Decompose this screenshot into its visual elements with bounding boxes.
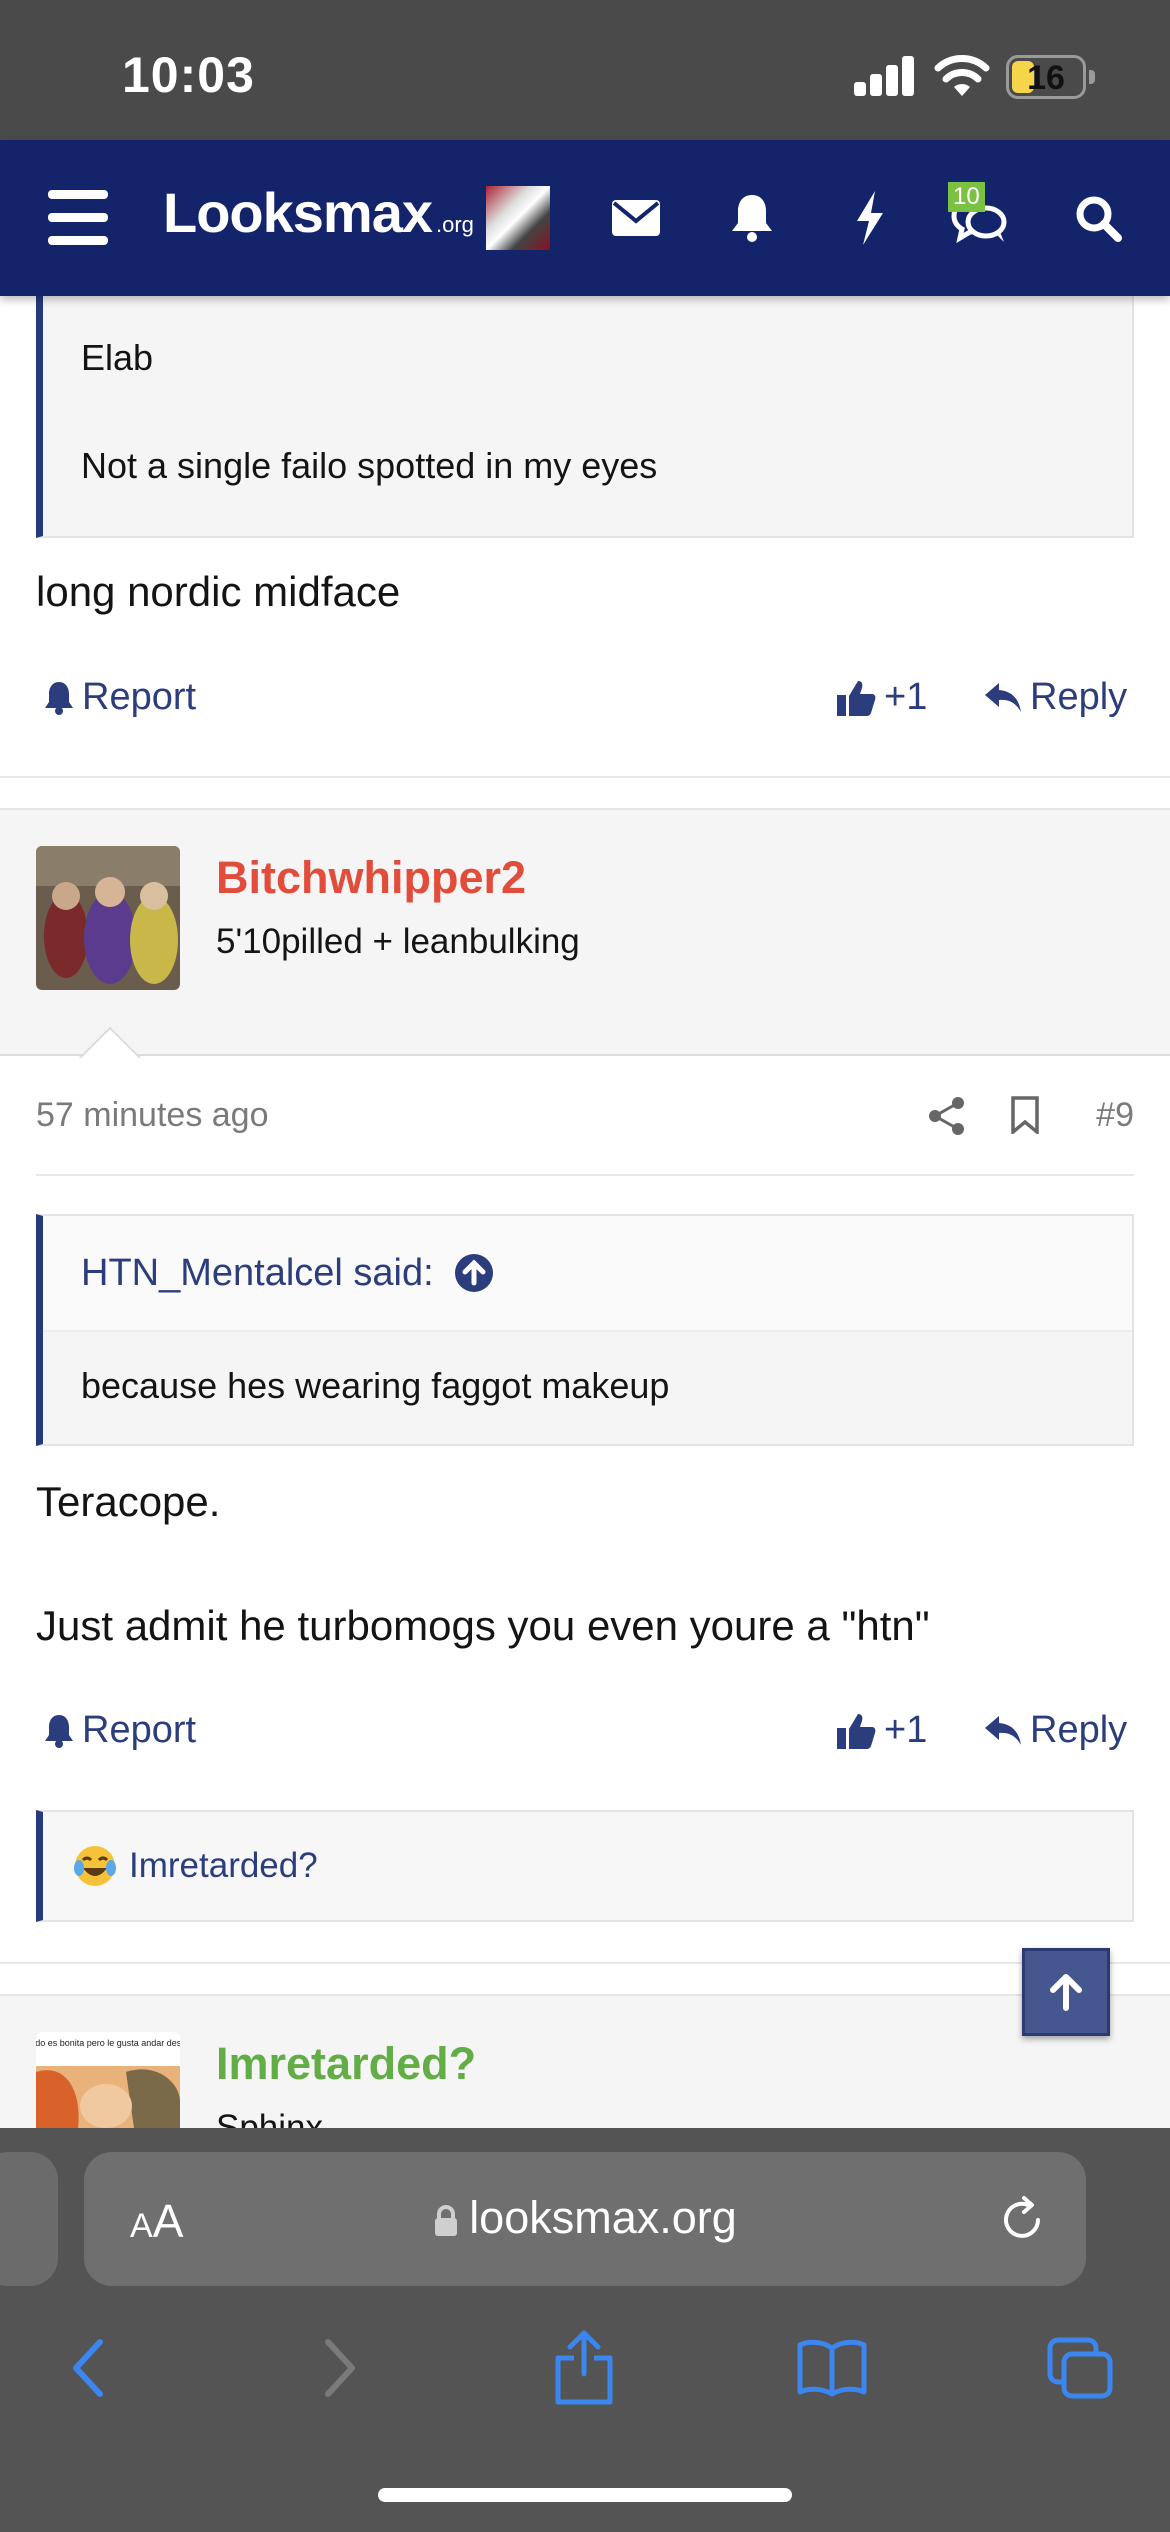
like-label: +1	[884, 676, 928, 718]
post2-avatar[interactable]	[36, 846, 180, 990]
post3-user-block: Cuando es bonita pero le gusta andar des…	[0, 1994, 1170, 2142]
post-time[interactable]: 57 minutes ago	[36, 1096, 269, 1135]
post2-user-title: 5'10pilled + leanbulking	[216, 922, 580, 961]
share-icon	[555, 2330, 613, 2405]
post-separator	[0, 776, 1170, 778]
previous-tab-peek[interactable]	[0, 2152, 58, 2286]
meta-separator	[36, 1174, 1134, 1176]
reactions-bar[interactable]: Imretarded?	[36, 1810, 1134, 1922]
arrow-up-circle-icon[interactable]	[454, 1253, 494, 1293]
like-label: +1	[884, 1709, 928, 1751]
quote-text: because hes wearing faggot makeup	[81, 1365, 670, 1406]
report-label: Report	[82, 1709, 197, 1751]
back-button[interactable]	[48, 2328, 128, 2408]
scroll-to-top-button[interactable]	[1022, 1948, 1110, 2036]
reply-icon	[985, 682, 1021, 712]
site-header: Looksmax .org 10	[0, 140, 1170, 296]
chevron-right-icon	[325, 2339, 355, 2397]
reload-icon[interactable]	[994, 2192, 1050, 2248]
post2-actions: Report +1 Reply	[36, 1709, 1134, 1769]
post1-text: long nordic midface	[36, 568, 401, 615]
quote-line: Not a single failo spotted in my eyes	[81, 445, 658, 486]
chevron-left-icon	[73, 2339, 103, 2397]
address-bar[interactable]: AA looksmax.org	[84, 2152, 1086, 2286]
share-button[interactable]	[544, 2328, 624, 2408]
post-separator	[0, 1962, 1170, 1964]
notifications-badge: 10	[948, 182, 985, 212]
tabs-button[interactable]	[1040, 2328, 1120, 2408]
status-bar: 10:03 16	[0, 0, 1170, 140]
like-button[interactable]: +1	[836, 676, 927, 719]
user-avatar[interactable]	[486, 186, 550, 250]
reply-label: Reply	[1030, 1709, 1128, 1751]
book-icon	[797, 2339, 867, 2397]
quote-author[interactable]: HTN_Mentalcel said:	[81, 1252, 434, 1295]
report-label: Report	[82, 676, 197, 718]
like-button[interactable]: +1	[836, 1709, 927, 1752]
tabs-icon	[1047, 2337, 1113, 2399]
cellular-signal-icon	[854, 54, 916, 96]
bookmarks-button[interactable]	[792, 2328, 872, 2408]
report-button[interactable]: Report	[44, 676, 196, 719]
post-number[interactable]: #9	[1096, 1096, 1134, 1135]
bell-icon	[45, 681, 73, 715]
post2-username[interactable]: Bitchwhipper2	[216, 852, 526, 904]
battery-icon: 16	[1006, 55, 1086, 99]
lock-icon	[435, 2205, 458, 2237]
search-icon[interactable]	[1060, 180, 1136, 256]
reply-button[interactable]: Reply	[984, 676, 1127, 719]
crying-laughing-emoji-icon	[74, 1846, 116, 1886]
report-button[interactable]: Report	[44, 1709, 196, 1752]
post1-quote: Elab Not a single failo spotted in my ey…	[36, 286, 1134, 538]
post3-username[interactable]: Imretarded?	[216, 2038, 476, 2090]
forward-button[interactable]	[300, 2328, 380, 2408]
home-indicator[interactable]	[378, 2488, 792, 2502]
post1-actions: Report +1 Reply	[36, 676, 1134, 736]
reply-button[interactable]: Reply	[984, 1709, 1127, 1752]
lightning-icon[interactable]	[832, 180, 908, 256]
logo-text: Looksmax	[163, 181, 433, 244]
post2-user-block: Bitchwhipper2 5'10pilled + leanbulking	[0, 808, 1170, 1060]
thumbs-up-icon	[837, 680, 876, 716]
url-text: looksmax.org	[469, 2192, 737, 2243]
bookmark-icon[interactable]	[1010, 1096, 1040, 1134]
site-logo[interactable]: Looksmax .org	[163, 180, 474, 245]
bell-icon	[45, 1714, 73, 1748]
status-time: 10:03	[122, 47, 255, 103]
reply-label: Reply	[1030, 676, 1128, 718]
post2-meta: 57 minutes ago #9	[36, 1096, 1134, 1146]
logo-tld: .org	[436, 212, 474, 237]
menu-icon[interactable]	[48, 190, 108, 246]
reaction-user[interactable]: Imretarded?	[129, 1846, 318, 1886]
bell-icon[interactable]	[714, 180, 790, 256]
post3-avatar[interactable]: Cuando es bonita pero le gusta andar des…	[36, 2032, 180, 2142]
inbox-icon[interactable]	[598, 180, 674, 256]
post2-text-line: Teracope.	[36, 1478, 221, 1525]
reply-icon	[985, 1715, 1021, 1745]
battery-level: 16	[1027, 59, 1065, 97]
thumbs-up-icon	[837, 1713, 876, 1749]
quote-header[interactable]: HTN_Mentalcel said:	[43, 1216, 1132, 1332]
share-icon[interactable]	[928, 1096, 966, 1136]
post2-text-line: Just admit he turbomogs you even youre a…	[36, 1602, 930, 1649]
wifi-icon	[934, 55, 990, 96]
address-url[interactable]: looksmax.org	[84, 2192, 1086, 2244]
quote-line: Elab	[81, 337, 154, 378]
post2-quote: HTN_Mentalcel said: because hes wearing …	[36, 1214, 1134, 1446]
avatar-caption: Cuando es bonita pero le gusta andar des…	[36, 2038, 180, 2048]
browser-toolbar: AA looksmax.org	[0, 2128, 1170, 2532]
user-block-pointer	[78, 1026, 142, 1060]
arrow-up-icon	[1050, 1974, 1082, 2011]
